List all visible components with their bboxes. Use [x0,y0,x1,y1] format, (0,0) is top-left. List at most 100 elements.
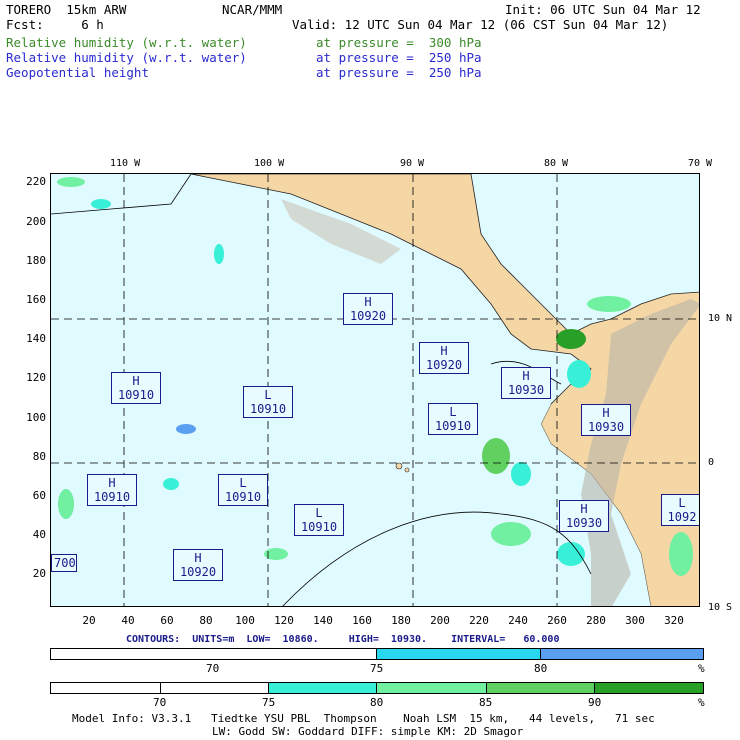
height-label-value: 10910 [434,419,472,433]
galapagos-island [395,462,403,470]
humidity-patch [58,489,74,519]
x-tick: 20 [82,614,96,627]
x-tick: 180 [391,614,411,627]
height-label-type: H [440,344,448,358]
height-label-type: L [239,476,247,490]
y-tick: 100 [26,411,46,424]
height-label-value: 10920 [425,358,463,372]
humidity-patch [176,424,196,434]
model-info: Model Info: V3.3.1 Tiedtke YSU PBL Thomp… [72,712,655,725]
y-tick: 140 [26,332,46,345]
height-label: H 10930 [501,367,551,399]
height-label: L 10910 [294,504,344,536]
x-tick: 120 [274,614,294,627]
lon-label-110w: 110 W [110,158,141,169]
field-3-level: at pressure = 250 hPa [316,65,482,80]
height-label: H 10930 [581,404,631,436]
colorbar-label: 85 [479,696,493,709]
init-time: Init: 06 UTC Sun 04 Mar 12 [505,2,701,17]
colorbar-300hpa [50,682,704,694]
model-title: TORERO 15km ARW [6,2,127,17]
valid-time: Valid: 12 UTC Sun 04 Mar 12 (06 CST Sun … [292,17,669,32]
x-tick: 320 [664,614,684,627]
colorbar-segment [51,649,377,659]
humidity-patch [91,199,111,209]
colorbar-label: 75 [370,662,384,675]
height-label-value: 10930 [507,383,545,397]
y-tick: 40 [32,528,46,541]
humidity-patch [482,438,510,474]
humidity-patch [567,360,591,388]
height-label-value: 10910 [224,490,262,504]
height-label-type: L [264,388,272,402]
x-tick: 220 [469,614,489,627]
height-label-value: 10910 [93,490,131,504]
height-label-value: 10910 [249,402,287,416]
colorbar-segment [377,683,487,693]
height-label-type: H [602,406,610,420]
humidity-patch [557,542,585,566]
height-label: L 10910 [243,386,293,418]
lon-label-100w: 100 W [254,158,285,169]
height-label: L 1092 [661,494,699,526]
colorbar-label: 70 [153,696,167,709]
height-label-value: 10920 [179,565,217,579]
height-label-type: H [194,551,202,565]
x-tick: 240 [508,614,528,627]
colorbar-label: 80 [534,662,548,675]
lon-label-80w: 80 W [544,158,569,169]
height-label: H 10910 [111,372,161,404]
x-tick: 40 [121,614,135,627]
colorbar-label: % [698,696,705,709]
height-label: H 10920 [343,293,393,325]
height-label: H 10920 [173,549,223,581]
field-1-level: at pressure = 300 hPa [316,35,482,50]
lat-label-10s: 10 S [708,602,733,613]
org-label: NCAR/MMM [222,2,283,17]
x-tick: 80 [199,614,213,627]
y-tick: 220 [26,175,46,188]
height-label-type: H [522,369,530,383]
y-tick: 80 [32,450,46,463]
humidity-patch [511,462,531,486]
height-label: H 10920 [419,342,469,374]
contour-info: CONTOURS: UNITS=m LOW= 10860. HIGH= 1093… [126,634,560,645]
model-physics: LW: Godd SW: Goddard DIFF: simple KM: 2D… [212,725,524,738]
humidity-patch [163,478,179,490]
colorbar-label: 80 [370,696,384,709]
galapagos-island [404,467,410,473]
height-label-value: 10910 [300,520,338,534]
colorbar-250hpa [50,648,704,660]
x-tick: 280 [586,614,606,627]
colorbar-segment [161,683,269,693]
colorbar-segment [595,683,703,693]
humidity-patch [491,522,531,546]
colorbar-label: 75 [262,696,276,709]
colorbar-label: 70 [206,662,220,675]
height-label-value: 700 [54,556,76,570]
field-3-name: Geopotential height [6,65,149,80]
colorbar-label: % [698,662,705,675]
y-tick: 120 [26,371,46,384]
height-label-value: 1092 [667,510,697,524]
height-label: 700 [51,554,77,572]
y-tick: 60 [32,489,46,502]
colorbar-label: 90 [588,696,602,709]
height-label-type: H [364,295,372,309]
height-label-type: H [108,476,116,490]
height-label-type: H [132,374,140,388]
forecast-map: H 10920 H 10920 H 10910 L 10910 H 10930 … [50,173,700,607]
lat-label-10n: 10 N [708,313,733,324]
field-2-name: Relative humidity (w.r.t. water) [6,50,247,65]
height-label-type: L [315,506,323,520]
humidity-patch [57,177,85,187]
humidity-patch [669,532,693,576]
x-tick: 200 [430,614,450,627]
lat-label-eq: 0 [708,457,715,468]
field-2-level: at pressure = 250 hPa [316,50,482,65]
x-tick: 140 [313,614,333,627]
humidity-patch [556,329,586,349]
y-tick: 160 [26,293,46,306]
humidity-patch [587,296,631,312]
height-label: H 10910 [87,474,137,506]
